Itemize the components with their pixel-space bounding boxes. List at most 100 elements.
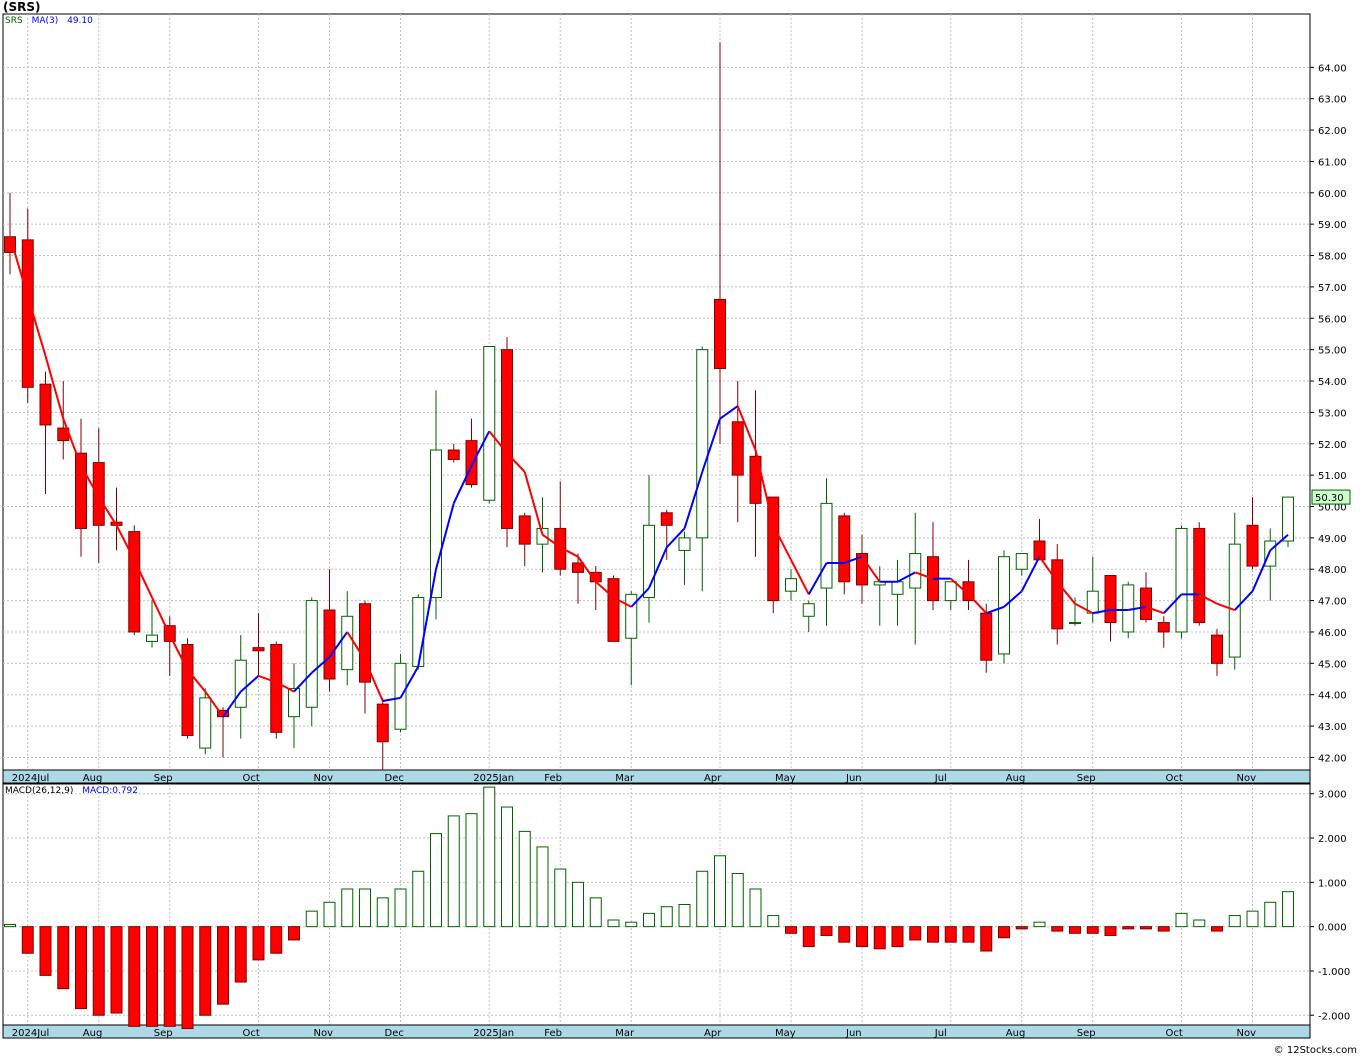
price-tick-label: 42.00: [1318, 753, 1347, 764]
macd-bar-up: [359, 888, 371, 928]
macd-bar-down: [1211, 926, 1223, 932]
symbol-label: SRS: [5, 16, 23, 26]
month-label: Feb: [544, 773, 562, 784]
ma-value: 49.10: [67, 16, 93, 26]
macd-tick-label: -2.000: [1318, 1011, 1350, 1022]
price-tick-label: 53.00: [1318, 408, 1347, 419]
candle-down: [128, 531, 141, 633]
candle-up: [1228, 543, 1241, 658]
candle-down: [714, 298, 726, 369]
macd-bar-up: [341, 888, 354, 928]
macd-bar-up: [412, 870, 425, 928]
chart-canvas: 42.00 43.00 44.00 45.00 46.00 47.00 48.00 49.00…: [2, 13, 1351, 1039]
macd-bar-up: [731, 872, 744, 928]
candle-down: [92, 462, 105, 526]
candle-down: [181, 644, 194, 736]
price-tick-label: 57.00: [1318, 283, 1347, 294]
price-tick-label: 62.00: [1318, 126, 1347, 137]
macd-bar-up: [1228, 915, 1241, 928]
macd-bar-up: [767, 915, 780, 928]
month-label: Feb: [544, 1028, 562, 1039]
month-label: Oct: [1166, 1028, 1183, 1039]
macd-bar-down: [962, 926, 975, 943]
macd-label: MACD(26,12,9): [5, 786, 74, 796]
macd-bar-up: [394, 888, 407, 928]
month-label: Aug: [1006, 773, 1026, 784]
candle-down: [1157, 622, 1170, 633]
candle-down: [39, 383, 52, 426]
month-label: Jul: [934, 773, 947, 784]
copyright: © 12Stocks.com: [1273, 1045, 1357, 1056]
macd-bar-down: [252, 926, 265, 961]
month-label: Aug: [83, 773, 103, 784]
month-label: Mar: [615, 1028, 635, 1039]
month-label: May: [775, 1028, 796, 1039]
macd-bar-up: [607, 919, 620, 928]
month-label: Jul: [934, 1028, 947, 1039]
macd-bar-down: [1122, 926, 1135, 930]
month-label: Dec: [385, 1028, 404, 1039]
macd-bar-up: [501, 806, 513, 928]
macd-bar-up: [696, 870, 709, 928]
macd-bar-down: [128, 926, 141, 1027]
macd-bar-down: [1069, 926, 1081, 934]
macd-tick-label: 2.000: [1318, 834, 1347, 845]
month-label: Nov: [1237, 1028, 1257, 1039]
price-tick-label: 52.00: [1318, 440, 1347, 451]
candle-down: [252, 647, 265, 652]
macd-bar-down: [288, 926, 300, 941]
price-tick-label: 59.00: [1318, 220, 1347, 231]
month-label: Nov: [314, 1028, 334, 1039]
macd-bar-down: [57, 926, 70, 990]
candle-down: [731, 421, 744, 476]
macd-bar-down: [802, 926, 815, 948]
macd-bar-down: [146, 926, 158, 1027]
macd-bar-down: [944, 926, 957, 943]
macd-bar-up: [714, 855, 726, 928]
candle-up: [483, 346, 496, 501]
candle-down: [1104, 575, 1117, 624]
candle-down: [270, 644, 283, 733]
macd-bar-down: [1157, 926, 1170, 932]
month-label: 2025Jan: [473, 773, 514, 784]
macd-bar-up: [323, 901, 336, 928]
month-label: Sep: [154, 1028, 173, 1039]
candle-down: [1051, 559, 1064, 630]
macd-bar-down: [39, 926, 52, 976]
price-tick-label: 43.00: [1318, 722, 1347, 733]
macd-bar-down: [21, 926, 34, 954]
candle-up: [412, 596, 425, 667]
macd-bar-up: [376, 897, 389, 928]
macd-bar-up: [4, 923, 16, 928]
month-label: Nov: [314, 773, 334, 784]
macd-bar-up: [1175, 912, 1188, 928]
macd-panel: [2, 783, 1311, 1026]
macd-bar-up: [554, 868, 567, 928]
candle-up: [678, 537, 691, 551]
candle-up: [1282, 496, 1294, 542]
last-price-label: 50.30: [1315, 493, 1344, 504]
candle-up: [305, 600, 318, 708]
month-label: Jun: [845, 1028, 862, 1039]
macd-bar-down: [891, 926, 904, 948]
candle-up: [785, 578, 797, 592]
candle-up: [199, 697, 212, 749]
macd-bar-down: [909, 926, 922, 941]
month-label: Aug: [83, 1028, 103, 1039]
candle-down: [323, 609, 336, 680]
candle-up: [1086, 590, 1099, 614]
macd-bar-down: [1140, 926, 1152, 930]
month-label: Nov: [1237, 773, 1257, 784]
macd-bar-down: [856, 926, 868, 948]
candle-up: [820, 502, 833, 589]
macd-date-axis: [2, 1024, 1311, 1039]
macd-bar-down: [980, 926, 993, 952]
month-label: 2024Jul: [12, 773, 50, 784]
price-tick-label: 54.00: [1318, 377, 1347, 388]
macd-bar-down: [199, 926, 212, 1016]
price-tick-label: 51.00: [1318, 471, 1347, 482]
macd-bar-up: [305, 910, 318, 928]
macd-bar-up: [572, 881, 584, 928]
candle-down: [518, 515, 531, 545]
candle-up: [944, 581, 957, 602]
